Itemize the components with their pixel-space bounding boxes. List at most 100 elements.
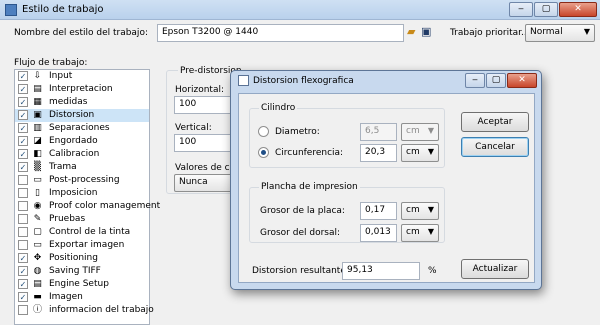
workflow-item-checkbox[interactable] xyxy=(18,175,28,185)
gain-icon: ◪ xyxy=(33,136,42,146)
backing-thickness-input[interactable]: 0,013 xyxy=(360,224,397,242)
workflow-item[interactable]: ✓ ◍ Saving TIFF xyxy=(15,265,149,278)
workflow-item-checkbox[interactable]: ✓ xyxy=(18,162,28,172)
style-name-input[interactable]: Epson T3200 @ 1440 xyxy=(157,24,404,42)
workflow-item[interactable]: ✓ ▤ Interpretacion xyxy=(15,83,149,96)
workflow-item[interactable]: ✓ ▣ Distorsion xyxy=(15,109,149,122)
workflow-item[interactable]: ▭ Exportar imagen xyxy=(15,239,149,252)
workflow-item-checkbox[interactable] xyxy=(18,240,28,250)
workflow-item[interactable]: ✓ ▥ Separaciones xyxy=(15,122,149,135)
app-icon xyxy=(5,4,17,16)
workflow-item[interactable]: ▭ Post-processing xyxy=(15,174,149,187)
open-folder-icon[interactable]: ▰ xyxy=(407,26,418,37)
chevron-down-icon: ▼ xyxy=(427,205,434,214)
workflow-item-checkbox[interactable]: ✓ xyxy=(18,279,28,289)
chevron-down-icon: ▼ xyxy=(427,147,434,156)
workflow-item-label: Distorsion xyxy=(49,110,95,120)
workflow-item[interactable]: ▯ Imposicion xyxy=(15,187,149,200)
workflow-item[interactable]: ✓ ⇩ Input xyxy=(15,70,149,83)
workflow-item[interactable]: ✓ ▒ Trama xyxy=(15,161,149,174)
workflow-item[interactable]: ◉ Proof color management xyxy=(15,200,160,213)
priority-label: Trabajo prioritar... xyxy=(450,28,530,38)
saving-tiff-icon: ◍ xyxy=(33,266,42,276)
workflow-item-checkbox[interactable]: ✓ xyxy=(18,253,28,263)
workflow-item-checkbox[interactable] xyxy=(18,214,28,224)
screening-icon: ▒ xyxy=(34,162,41,172)
backing-thickness-label: Grosor del dorsal: xyxy=(260,228,341,238)
chevron-down-icon: ▼ xyxy=(427,227,434,236)
maximize-button[interactable]: ▢ xyxy=(534,2,558,17)
circumference-input[interactable]: 20,3 xyxy=(360,144,397,162)
cylinder-group-label: Cilindro xyxy=(259,103,298,113)
image-icon: ▬ xyxy=(33,292,42,302)
workflow-item-checkbox[interactable]: ✓ xyxy=(18,97,28,107)
workflow-item[interactable]: ✓ ▬ Imagen xyxy=(15,291,149,304)
plate-thickness-label: Grosor de la placa: xyxy=(260,206,345,216)
measure-icon: ▦ xyxy=(33,97,42,107)
circumference-unit-select[interactable]: cm ▼ xyxy=(401,144,439,162)
workflow-item-checkbox[interactable] xyxy=(18,227,28,237)
plate-thickness-unit-value: cm xyxy=(406,205,420,215)
workflow-item-checkbox[interactable] xyxy=(18,305,28,315)
close-button[interactable]: ✕ xyxy=(559,2,597,17)
dialog-maximize-button[interactable]: ▢ xyxy=(486,73,506,88)
plate-thickness-unit-select[interactable]: cm ▼ xyxy=(401,202,439,220)
dialog-title: Distorsion flexografica xyxy=(253,76,354,86)
workflow-item-checkbox[interactable]: ✓ xyxy=(18,266,28,276)
workflow-item-checkbox[interactable]: ✓ xyxy=(18,136,28,146)
cancel-button[interactable]: Cancelar xyxy=(461,137,529,157)
dialog-close-button[interactable]: ✕ xyxy=(507,73,537,88)
workflow-item-checkbox[interactable] xyxy=(18,188,28,198)
workflow-item[interactable]: ✓ ◪ Engordado xyxy=(15,135,149,148)
workflow-item[interactable]: ✓ ▦ medidas xyxy=(15,96,149,109)
plate-thickness-input[interactable]: 0,17 xyxy=(360,202,397,220)
workflow-item-label: Imposicion xyxy=(49,188,98,198)
workflow-item[interactable]: ✓ ◧ Calibracion xyxy=(15,148,149,161)
horizontal-label: Horizontal: xyxy=(175,85,224,95)
update-button[interactable]: Actualizar xyxy=(461,259,529,279)
workflow-item-checkbox[interactable]: ✓ xyxy=(18,292,28,302)
save-icon[interactable]: ▣ xyxy=(421,26,432,37)
values-select[interactable]: Nunca xyxy=(174,174,234,192)
workflow-item[interactable]: ✎ Pruebas xyxy=(15,213,149,226)
window-title: Estilo de trabajo xyxy=(22,4,104,15)
interpretation-icon: ▤ xyxy=(33,84,42,94)
calibration-icon: ◧ xyxy=(33,149,42,159)
workflow-item-label: Proof color management xyxy=(49,201,161,211)
diameter-label: Diametro: xyxy=(275,127,320,137)
chevron-down-icon: ▼ xyxy=(427,126,434,135)
workflow-item-label: Interpretacion xyxy=(49,84,113,94)
dialog-minimize-button[interactable]: ‒ xyxy=(465,73,485,88)
priority-select[interactable]: Normal ▼ xyxy=(525,24,595,42)
horizontal-input[interactable]: 100 xyxy=(174,96,234,114)
backing-thickness-unit-select[interactable]: cm ▼ xyxy=(401,224,439,242)
workflow-item-checkbox[interactable]: ✓ xyxy=(18,149,28,159)
workflow-item-checkbox[interactable]: ✓ xyxy=(18,71,28,81)
workflow-item[interactable]: ✓ ✥ Positioning xyxy=(15,252,149,265)
vertical-input[interactable]: 100 xyxy=(174,134,234,152)
workflow-tree[interactable]: ✓ ⇩ Input ✓ ▤ Interpretacion ✓ ▦ medidas ✓ ▣ Distor… xyxy=(14,69,160,325)
workflow-item-label: informacion del trabajo xyxy=(49,305,154,315)
workflow-item-label: Separaciones xyxy=(49,123,110,133)
diameter-unit-value: cm xyxy=(406,126,420,136)
workflow-item-checkbox[interactable] xyxy=(18,201,28,211)
chevron-down-icon: ▼ xyxy=(583,27,590,36)
workflow-item-label: Pruebas xyxy=(49,214,86,224)
dialog-app-icon xyxy=(238,75,249,86)
minimize-button[interactable]: ‒ xyxy=(509,2,533,17)
workflow-item[interactable]: ▢ Control de la tinta xyxy=(15,226,149,239)
distortion-icon: ▣ xyxy=(33,110,42,120)
circumference-radio[interactable] xyxy=(258,147,269,158)
workflow-item-label: Calibracion xyxy=(49,149,100,159)
accept-button[interactable]: Aceptar xyxy=(461,112,529,132)
workflow-item[interactable]: ⓘ informacion del trabajo xyxy=(15,304,154,317)
style-name-label: Nombre del estilo del trabajo: xyxy=(14,28,148,38)
workflow-item-checkbox[interactable]: ✓ xyxy=(18,110,28,120)
diameter-unit-select[interactable]: cm ▼ xyxy=(401,123,439,141)
diameter-input[interactable]: 6,5 xyxy=(360,123,397,141)
diameter-radio[interactable] xyxy=(258,126,269,137)
workflow-item-checkbox[interactable]: ✓ xyxy=(18,84,28,94)
workflow-item[interactable]: ✓ ▤ Engine Setup xyxy=(15,278,149,291)
workflow-item-label: Engordado xyxy=(49,136,98,146)
workflow-item-checkbox[interactable]: ✓ xyxy=(18,123,28,133)
